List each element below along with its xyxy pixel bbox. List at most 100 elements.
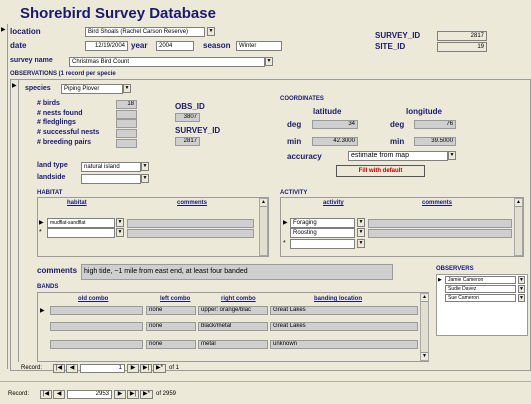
new-record-icon[interactable]: ▶*	[153, 364, 166, 373]
band-row-2-right[interactable]: black/metal	[198, 322, 268, 331]
habitat-new-comments[interactable]	[127, 229, 254, 238]
band-row-3-left[interactable]: none	[146, 340, 196, 349]
observers-row-selector[interactable]: ▶	[438, 277, 442, 283]
band-row-1-right[interactable]: upper: orange/blac	[198, 306, 268, 315]
fill-default-button[interactable]: Fill with default	[336, 165, 425, 177]
location-field[interactable]: Bird Shoals (Rachel Carson Reserve)	[85, 27, 205, 37]
lat-min-field[interactable]: 42.3000	[312, 137, 358, 146]
band-row-1-old[interactable]	[50, 306, 143, 315]
habitat-row-dropdown-icon[interactable]: ▼	[116, 218, 124, 227]
activity-row-2-activity[interactable]: Roosting	[290, 228, 355, 238]
land-type-dropdown-icon[interactable]: ▼	[141, 162, 149, 171]
habitat-new-row-icon[interactable]: *	[39, 229, 42, 236]
observer-row-2-dropdown-icon[interactable]: ▼	[518, 285, 525, 293]
observer-row-2[interactable]: Sudie Davez	[445, 285, 516, 293]
activity-row-2-comments[interactable]	[368, 229, 512, 238]
fledglings-field[interactable]	[116, 119, 137, 128]
lat-deg-label: deg	[287, 120, 302, 129]
lon-min-field[interactable]: 39.5000	[414, 137, 456, 146]
habitat-row-comments[interactable]	[127, 219, 254, 228]
lon-min-label: min	[390, 137, 405, 146]
scroll-up-icon[interactable]: ▲	[515, 199, 522, 207]
location-dropdown-icon[interactable]: ▼	[207, 27, 215, 36]
outer-prev-record-icon[interactable]: ◀	[53, 390, 65, 399]
inner-record-number[interactable]: 1	[80, 364, 125, 373]
habitat-scrollbar[interactable]: ▲	[259, 198, 268, 256]
accuracy-field[interactable]: estimate from map	[348, 151, 448, 161]
nests-field[interactable]	[116, 110, 137, 119]
successful-nests-label: # successful nests	[37, 129, 100, 136]
band-row-2-left[interactable]: none	[146, 322, 196, 331]
activity-new-dropdown-icon[interactable]: ▼	[357, 239, 365, 248]
band-row-2-old[interactable]	[50, 322, 143, 331]
lon-deg-field[interactable]: 76	[414, 120, 456, 129]
longitude-label: longitude	[406, 107, 442, 116]
band-row-3-right[interactable]: metal	[198, 340, 268, 349]
habitat-row-selector[interactable]: ▶	[39, 219, 44, 226]
bands-scrollbar[interactable]: ▲ ▼	[420, 293, 429, 361]
prev-record-icon[interactable]: ◀	[66, 364, 78, 373]
accuracy-dropdown-icon[interactable]: ▼	[448, 151, 456, 160]
scroll-down-icon[interactable]: ▼	[421, 352, 428, 360]
activity-scrollbar[interactable]: ▲	[514, 198, 523, 256]
lat-deg-field[interactable]: 34	[312, 120, 358, 129]
observer-row-3-dropdown-icon[interactable]: ▼	[518, 294, 525, 302]
land-type-field[interactable]: natural island	[81, 162, 141, 172]
birds-label: # birds	[37, 100, 60, 107]
activity-row-2-dropdown-icon[interactable]: ▼	[357, 228, 365, 237]
landside-field[interactable]	[81, 174, 141, 184]
habitat-row-habitat[interactable]: mudflat-sandflat	[47, 218, 115, 228]
outer-last-record-icon[interactable]: ▶|	[127, 390, 139, 399]
last-record-icon[interactable]: ▶|	[140, 364, 152, 373]
scroll-up-icon[interactable]: ▲	[421, 294, 428, 302]
observer-row-1-dropdown-icon[interactable]: ▼	[518, 276, 525, 284]
observer-row-3[interactable]: Sue Cameron	[445, 294, 516, 302]
inner-record-label: Record:	[21, 365, 43, 371]
comments-label: comments	[37, 266, 78, 275]
survey-name-field[interactable]: Christmas Bird Count	[69, 57, 265, 67]
birds-field[interactable]: 18	[116, 100, 137, 109]
date-field[interactable]: 12/19/2004	[85, 41, 128, 51]
band-row-3-old[interactable]	[50, 340, 143, 349]
successful-nests-field[interactable]	[116, 129, 137, 138]
scroll-up-icon[interactable]: ▲	[260, 199, 267, 207]
breeding-pairs-field[interactable]	[116, 139, 137, 148]
outer-record-nav-bar: Record: |◀ ◀ 2953 ▶ ▶| ▶* of 2959	[0, 381, 531, 404]
bands-row-selector[interactable]: ▶	[40, 307, 45, 314]
habitat-new-habitat[interactable]	[47, 228, 115, 238]
activity-new-row-icon[interactable]: *	[283, 240, 286, 247]
outer-new-record-icon[interactable]: ▶*	[140, 390, 153, 399]
landside-dropdown-icon[interactable]: ▼	[141, 174, 149, 183]
obs-record-selector[interactable]	[11, 80, 19, 362]
band-row-1-left[interactable]: none	[146, 306, 196, 315]
year-field[interactable]: 2004	[156, 41, 194, 51]
record-selector-bar[interactable]	[0, 24, 8, 369]
survey-name-dropdown-icon[interactable]: ▼	[265, 57, 273, 66]
observer-row-1[interactable]: Jamie Cameron	[445, 276, 516, 284]
activity-row-1-dropdown-icon[interactable]: ▼	[357, 218, 365, 227]
next-record-icon[interactable]: ▶	[127, 364, 139, 373]
first-record-icon[interactable]: |◀	[53, 364, 65, 373]
fledglings-label: # fledglings	[37, 119, 76, 126]
band-row-2-location[interactable]: Great Lakes	[270, 322, 418, 331]
activity-row-selector[interactable]: ▶	[283, 219, 288, 226]
outer-first-record-icon[interactable]: |◀	[40, 390, 52, 399]
record-selector-icon[interactable]: ▶	[1, 26, 6, 33]
comments-field[interactable]: high tide, ~1 mile from east end, at lea…	[81, 264, 393, 280]
outer-next-record-icon[interactable]: ▶	[114, 390, 126, 399]
habitat-new-dropdown-icon[interactable]: ▼	[116, 228, 124, 237]
season-field[interactable]: Winter	[236, 41, 282, 51]
obs-id-field: 3807	[175, 113, 200, 122]
obs-selector-icon[interactable]: ▶	[12, 82, 17, 89]
band-row-3-location[interactable]: unknown	[270, 340, 418, 349]
activity-row-1-activity[interactable]: Foraging	[290, 218, 355, 228]
page-title: Shorebird Survey Database	[20, 5, 216, 22]
species-field[interactable]: Piping Plover	[61, 84, 123, 94]
accuracy-label: accuracy	[287, 152, 322, 161]
species-dropdown-icon[interactable]: ▼	[123, 84, 131, 93]
band-row-1-location[interactable]: Great Lakes	[270, 306, 418, 315]
activity-row-1-comments[interactable]	[368, 219, 512, 228]
activity-new-activity[interactable]	[290, 239, 355, 249]
survey-id-field: 2817	[437, 31, 487, 41]
outer-record-number[interactable]: 2953	[67, 390, 112, 399]
